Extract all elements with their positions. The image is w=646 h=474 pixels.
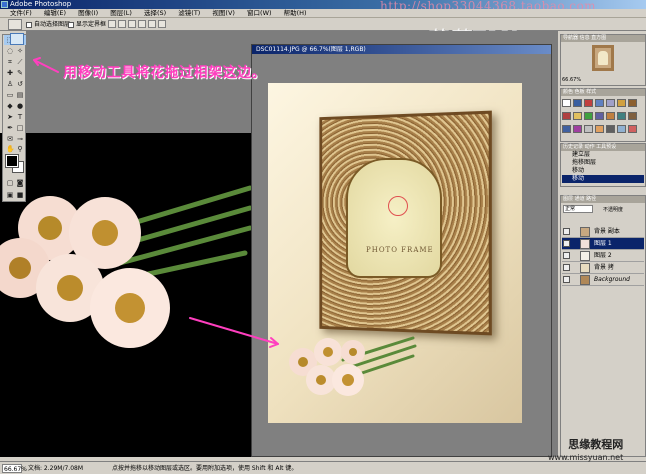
layer-row[interactable]: Background bbox=[562, 274, 644, 286]
status-zoom-field[interactable]: 66.67% bbox=[2, 464, 27, 473]
navigator-zoom[interactable]: 66.67% bbox=[562, 77, 581, 83]
layer-thumbnail bbox=[580, 275, 590, 285]
annotation-text: 用移动工具将花拖过相架这边。 bbox=[63, 65, 266, 81]
swatch[interactable] bbox=[595, 125, 604, 133]
layer-name: Background bbox=[594, 276, 630, 283]
navigator-tabs[interactable]: 导航器 信息 直方图 bbox=[561, 35, 645, 42]
swatch[interactable] bbox=[584, 125, 593, 133]
blend-mode-select[interactable]: 正常 bbox=[563, 205, 593, 213]
layer-row-selected[interactable]: 图层 1 bbox=[562, 238, 644, 250]
swatch[interactable] bbox=[562, 112, 571, 120]
layer-thumbnail bbox=[580, 227, 590, 237]
layer-row[interactable]: 图层 2 bbox=[562, 250, 644, 262]
swatch[interactable] bbox=[617, 125, 626, 133]
swatch[interactable] bbox=[573, 125, 582, 133]
history-state-current[interactable]: 移动 bbox=[562, 175, 644, 183]
arrow-to-frame bbox=[189, 317, 279, 345]
swatch[interactable] bbox=[562, 125, 571, 133]
swatches-tabs[interactable]: 颜色 色板 样式 bbox=[561, 89, 645, 96]
navigator-thumbnail-inner bbox=[598, 51, 608, 65]
swatch[interactable] bbox=[595, 99, 604, 107]
swatch[interactable] bbox=[562, 99, 571, 107]
site-name: 思缘教程网 bbox=[568, 438, 624, 451]
swatch[interactable] bbox=[573, 112, 582, 120]
history-state[interactable]: 建立层 bbox=[562, 151, 644, 159]
swatch[interactable] bbox=[617, 112, 626, 120]
site-watermark: 思缘教程网 www.missyuan.net bbox=[548, 438, 623, 464]
status-hint: 点按并拖移以移动图层或选区。要用附加选项，使用 Shift 和 Alt 键。 bbox=[112, 465, 298, 472]
layer-thumbnail bbox=[580, 239, 590, 249]
swatch[interactable] bbox=[628, 99, 637, 107]
swatch[interactable] bbox=[584, 99, 593, 107]
swatch[interactable] bbox=[606, 125, 615, 133]
visibility-eye-icon[interactable] bbox=[563, 264, 570, 271]
visibility-eye-icon[interactable] bbox=[563, 240, 570, 247]
history-state[interactable]: 移动 bbox=[562, 167, 644, 175]
history-state[interactable]: 拖移图层 bbox=[562, 159, 644, 167]
swatch[interactable] bbox=[606, 99, 615, 107]
opacity-label: 不透明度 bbox=[603, 207, 624, 213]
swatch[interactable] bbox=[595, 112, 604, 120]
swatch[interactable] bbox=[628, 112, 637, 120]
layers-tabs[interactable]: 图层 通道 路径 bbox=[561, 196, 645, 203]
visibility-eye-icon[interactable] bbox=[563, 276, 570, 283]
layer-name: 图层 1 bbox=[594, 240, 612, 247]
arrow-to-move-tool bbox=[33, 59, 59, 73]
visibility-eye-icon[interactable] bbox=[563, 252, 570, 259]
site-url: www.missyuan.net bbox=[548, 453, 624, 462]
ps-palette-icon bbox=[10, 33, 24, 45]
status-doc-size[interactable]: 文档: 2.29M/7.08M bbox=[28, 462, 83, 474]
visibility-eye-icon[interactable] bbox=[563, 228, 570, 235]
swatch[interactable] bbox=[573, 99, 582, 107]
swatch[interactable] bbox=[584, 112, 593, 120]
layer-name: 图层 2 bbox=[594, 252, 612, 259]
layer-row[interactable]: 背景 副本 bbox=[562, 226, 644, 238]
style-swatches bbox=[562, 99, 644, 139]
history-tabs[interactable]: 历史记录 动作 工具预设 bbox=[561, 144, 645, 151]
layer-name: 背景 副本 bbox=[594, 228, 620, 235]
layer-name: 背景 拷 bbox=[594, 264, 614, 271]
layer-thumbnail bbox=[580, 251, 590, 261]
swatch[interactable] bbox=[606, 112, 615, 120]
layer-thumbnail bbox=[580, 263, 590, 273]
swatch[interactable] bbox=[628, 125, 637, 133]
swatch[interactable] bbox=[617, 99, 626, 107]
layer-row[interactable]: 背景 拷 bbox=[562, 262, 644, 274]
